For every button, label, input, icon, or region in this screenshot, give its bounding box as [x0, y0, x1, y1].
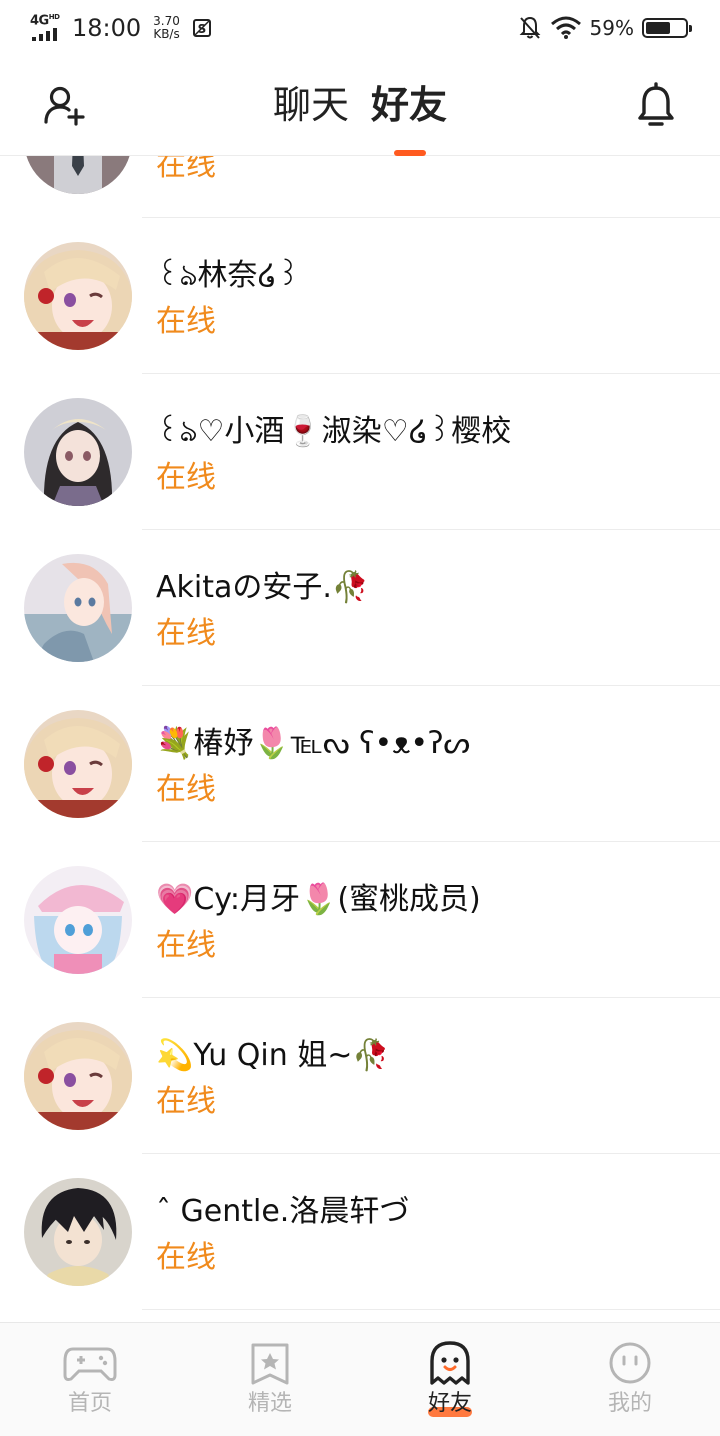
- face-icon: [609, 1342, 651, 1384]
- friend-status: 在线: [156, 1084, 216, 1119]
- nav-featured[interactable]: 精选: [180, 1323, 360, 1436]
- gamepad-icon: [63, 1347, 117, 1381]
- avatar: [24, 554, 132, 662]
- tab-chat[interactable]: 聊天: [273, 78, 349, 132]
- nav-label: 好友: [427, 1391, 472, 1416]
- status-time: 18:00: [72, 14, 142, 42]
- network-speed: 3.70 KB/s: [153, 14, 180, 41]
- nav-label: 首页: [67, 1391, 112, 1416]
- friend-item[interactable]: 💫Yu Qin 姐~🥀 在线: [0, 998, 720, 1154]
- friend-name: 💗Cy:月牙🌷(蜜桃成员): [156, 882, 481, 917]
- nav-label: 精选: [247, 1391, 292, 1416]
- friends-list: 在线 ꒰ঌ林奈໒꒱ 在线 ꒰ঌ♡小酒🍷淑染♡໒꒱樱校 在线 Akitaの安子.🥀…: [0, 62, 720, 1310]
- friend-name: ꒰ঌ♡小酒🍷淑染♡໒꒱樱校: [156, 414, 512, 449]
- friend-status: 在线: [156, 772, 216, 807]
- avatar: [24, 866, 132, 974]
- avatar: [24, 710, 132, 818]
- friend-item[interactable]: 💐椿妤🌷℡ᔓ ʕ•ᴥ•ʔᔕ 在线: [0, 686, 720, 842]
- friend-status: 在线: [156, 460, 216, 495]
- friend-item[interactable]: ꒰ঌ林奈໒꒱ 在线: [0, 218, 720, 374]
- cellular-signal-icon: 4GHD: [30, 13, 64, 43]
- friend-item[interactable]: ˆ Gentle.洛晨轩づ 在线: [0, 1154, 720, 1310]
- status-bar: 4GHD 18:00 3.70 KB/s S 59%: [0, 0, 720, 56]
- nav-home[interactable]: 首页: [0, 1323, 180, 1436]
- friend-name: Akitaの安子.🥀: [156, 570, 370, 605]
- wifi-icon: [550, 16, 581, 39]
- bottom-nav: 首页 精选 好友 我的: [0, 1322, 720, 1436]
- friend-status: 在线: [156, 1240, 216, 1275]
- nav-me[interactable]: 我的: [540, 1323, 720, 1436]
- friend-item[interactable]: ꒰ঌ♡小酒🍷淑染♡໒꒱樱校 在线: [0, 374, 720, 530]
- battery-percent: 59%: [589, 16, 634, 40]
- friend-status: 在线: [156, 928, 216, 963]
- mute-bell-icon: [519, 16, 540, 39]
- avatar: [24, 1178, 132, 1286]
- avatar: [24, 398, 132, 506]
- friend-status: 在线: [156, 616, 216, 651]
- top-header: 聊天 好友: [0, 56, 720, 156]
- avatar: [24, 1022, 132, 1130]
- nav-label: 我的: [607, 1391, 652, 1416]
- friend-name: ꒰ঌ林奈໒꒱: [156, 258, 301, 293]
- friend-name: 💐椿妤🌷℡ᔓ ʕ•ᴥ•ʔᔕ: [156, 726, 471, 761]
- friend-item[interactable]: Akitaの安子.🥀 在线: [0, 530, 720, 686]
- friend-name: ˆ Gentle.洛晨轩づ: [156, 1194, 410, 1229]
- top-tabs: 聊天 好友: [0, 78, 720, 132]
- ghost-icon: [430, 1341, 470, 1385]
- friend-status: 在线: [156, 304, 216, 339]
- friend-name: 💫Yu Qin 姐~🥀: [156, 1038, 390, 1073]
- notification-bell-icon[interactable]: [632, 82, 680, 130]
- active-tab-indicator: [394, 150, 426, 156]
- nav-friends[interactable]: 好友: [360, 1323, 540, 1436]
- screenshot-app-icon: S: [192, 19, 211, 37]
- friend-item[interactable]: 💗Cy:月牙🌷(蜜桃成员) 在线: [0, 842, 720, 998]
- battery-icon: [642, 18, 692, 38]
- avatar: [24, 242, 132, 350]
- star-bookmark-icon: [251, 1343, 289, 1385]
- tab-friends[interactable]: 好友: [371, 78, 447, 132]
